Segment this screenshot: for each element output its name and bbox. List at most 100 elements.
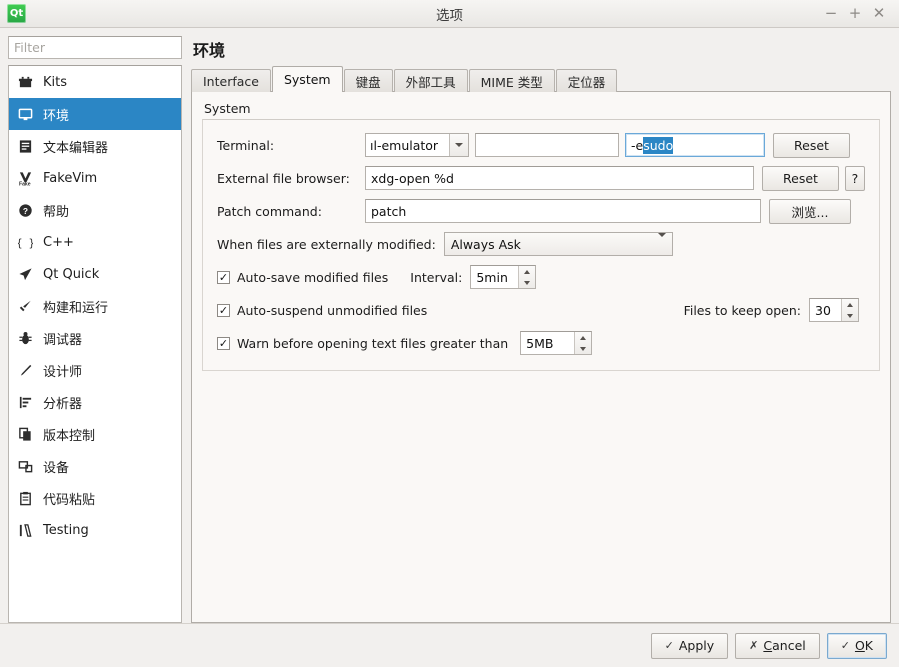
ok-button[interactable]: ✓ OK — [826, 632, 887, 659]
tab-1[interactable]: System — [271, 66, 343, 92]
category-list[interactable]: Kits 环境文本编辑器 Fake FakeVim ? 帮助 { } C++ Qt Quick 构… — [8, 65, 182, 623]
patch-browse-button[interactable]: 浏览... — [769, 198, 851, 224]
sidebar-item-label: 环境 — [43, 108, 70, 124]
warn-size-spinner[interactable]: 5MB — [520, 331, 593, 355]
spinner-up-icon[interactable] — [519, 266, 535, 277]
designer-icon — [17, 362, 34, 379]
sidebar-item-label: FakeVim — [43, 170, 98, 186]
check-icon: ✓ — [840, 639, 850, 652]
sidebar-item-8[interactable]: 调试器 — [9, 322, 181, 354]
sidebar-item-4[interactable]: ? 帮助 — [9, 194, 181, 226]
file-browser-value: xdg-open %d — [371, 170, 454, 186]
close-icon[interactable]: ✕ — [867, 2, 891, 26]
spinner-up-icon[interactable] — [842, 299, 858, 310]
terminal-args-input[interactable] — [475, 133, 619, 157]
qtquick-icon — [17, 266, 34, 283]
sidebar-item-12[interactable]: 设备 — [9, 450, 181, 482]
sidebar-item-label: 代码粘贴 — [43, 492, 96, 508]
sidebar-item-label: 帮助 — [43, 204, 70, 220]
check-icon: ✓ — [218, 336, 229, 350]
autosuspend-label[interactable]: Auto-suspend unmodified files — [237, 303, 427, 318]
maximize-icon[interactable]: + — [843, 2, 867, 26]
sidebar-item-7[interactable]: 构建和运行 — [9, 290, 181, 322]
keep-open-value: 30 — [815, 302, 831, 318]
tab-bar[interactable]: Interface System 键盘 外部工具 MIME 类型 定位器 — [191, 66, 891, 92]
spinner-buttons[interactable] — [574, 332, 592, 354]
version-control-icon — [17, 426, 34, 443]
externally-modified-label: When files are externally modified: — [217, 236, 436, 252]
warn-large-files-label[interactable]: Warn before opening text files greater t… — [237, 336, 508, 351]
warn-large-files-row: ✓ Warn before opening text files greater… — [217, 330, 865, 356]
dialog-body: Filter Kits 环境文本编辑器 Fake FakeVim? 帮助 { } C++ Qt… — [0, 28, 899, 623]
fakevim-icon: Fake — [17, 170, 34, 187]
cancel-button-label: Cancel — [763, 638, 806, 653]
spinner-down-icon[interactable] — [575, 343, 591, 354]
terminal-reset-button[interactable]: Reset — [773, 132, 850, 158]
sidebar-item-1[interactable]: 环境 — [9, 98, 181, 130]
tab-label: 键盘 — [355, 74, 381, 90]
spinner-down-icon[interactable] — [842, 310, 858, 321]
chevron-down-icon[interactable] — [657, 232, 666, 252]
sidebar-item-label: C++ — [43, 234, 74, 250]
warn-large-files-checkbox[interactable]: ✓ — [217, 336, 230, 350]
file-browser-reset-button[interactable]: Reset — [762, 165, 839, 191]
tab-2[interactable]: 键盘 — [343, 69, 393, 92]
file-browser-help-button[interactable]: ? — [845, 165, 865, 191]
left-panel: Filter Kits 环境文本编辑器 Fake FakeVim ? 帮助 { } C++ Qt… — [8, 36, 182, 623]
tab-4[interactable]: MIME 类型 — [468, 69, 555, 92]
keep-open-spinner[interactable]: 30 — [809, 298, 859, 322]
terminal-exec-input[interactable]: -e sudo — [625, 133, 765, 157]
autosave-label[interactable]: Auto-save modified files — [237, 270, 388, 285]
close-icon: ✗ — [749, 639, 759, 652]
filter-input[interactable]: Filter — [8, 36, 182, 59]
autosave-checkbox[interactable]: ✓ — [217, 270, 230, 284]
dialog-button-bar: ✓ Apply ✗ Cancel ✓ OK — [0, 623, 899, 667]
autosuspend-checkbox[interactable]: ✓ — [217, 303, 230, 317]
tab-5[interactable]: 定位器 — [555, 69, 618, 92]
ok-button-label: OK — [854, 638, 873, 653]
devices-icon — [17, 458, 34, 475]
spinner-buttons[interactable] — [518, 266, 536, 288]
terminal-combo[interactable]: ıl-emulator — [365, 133, 469, 157]
sidebar-item-13[interactable]: 代码粘贴 — [9, 482, 181, 514]
sidebar-item-label: 文本编辑器 — [43, 140, 109, 156]
patch-command-row: Patch command: patch 浏览... — [217, 198, 865, 224]
sidebar-item-5[interactable]: { } C++ — [9, 226, 181, 258]
sidebar-item-label: 设备 — [43, 460, 70, 476]
patch-command-input[interactable]: patch — [365, 199, 761, 223]
tab-3[interactable]: 外部工具 — [393, 69, 468, 92]
terminal-exec-selected-text: sudo — [643, 136, 674, 154]
externally-modified-combo[interactable]: Always Ask — [443, 232, 673, 256]
sidebar-item-0[interactable]: Kits — [9, 66, 181, 98]
svg-text:Fake: Fake — [19, 181, 31, 185]
sidebar-item-10[interactable]: 分析器 — [9, 386, 181, 418]
tab-label: 外部工具 — [405, 74, 456, 90]
externally-modified-value: Always Ask — [450, 236, 521, 252]
sidebar-item-3[interactable]: Fake FakeVim — [9, 162, 181, 194]
tab-panel-system: System Terminal: ıl-emulator -e sudo Res… — [191, 91, 891, 623]
chevron-down-icon[interactable] — [449, 134, 468, 156]
text-editor-icon — [17, 138, 34, 155]
sidebar-item-14[interactable]: Testing — [9, 514, 181, 546]
sidebar-item-6[interactable]: Qt Quick — [9, 258, 181, 290]
autosave-interval-spinner[interactable]: 5min — [470, 265, 537, 289]
file-browser-input[interactable]: xdg-open %d — [365, 166, 754, 190]
file-browser-label: External file browser: — [217, 170, 350, 186]
spinner-down-icon[interactable] — [519, 277, 535, 288]
sidebar-item-label: Qt Quick — [43, 266, 100, 282]
qt-logo-icon: Qt — [7, 4, 26, 23]
apply-button[interactable]: ✓ Apply — [650, 632, 729, 659]
minimize-icon[interactable]: − — [819, 2, 843, 26]
terminal-combo-value: ıl-emulator — [366, 134, 449, 156]
check-icon: ✓ — [218, 270, 229, 284]
testing-icon — [17, 522, 34, 539]
spinner-up-icon[interactable] — [575, 332, 591, 343]
sidebar-item-11[interactable]: 版本控制 — [9, 418, 181, 450]
apply-button-label: Apply — [678, 638, 715, 653]
cancel-button[interactable]: ✗ Cancel — [735, 632, 820, 659]
sidebar-item-2[interactable]: 文本编辑器 — [9, 130, 181, 162]
patch-command-value: patch — [371, 203, 407, 219]
spinner-buttons[interactable] — [841, 299, 858, 321]
tab-0[interactable]: Interface — [191, 69, 271, 92]
sidebar-item-9[interactable]: 设计师 — [9, 354, 181, 386]
